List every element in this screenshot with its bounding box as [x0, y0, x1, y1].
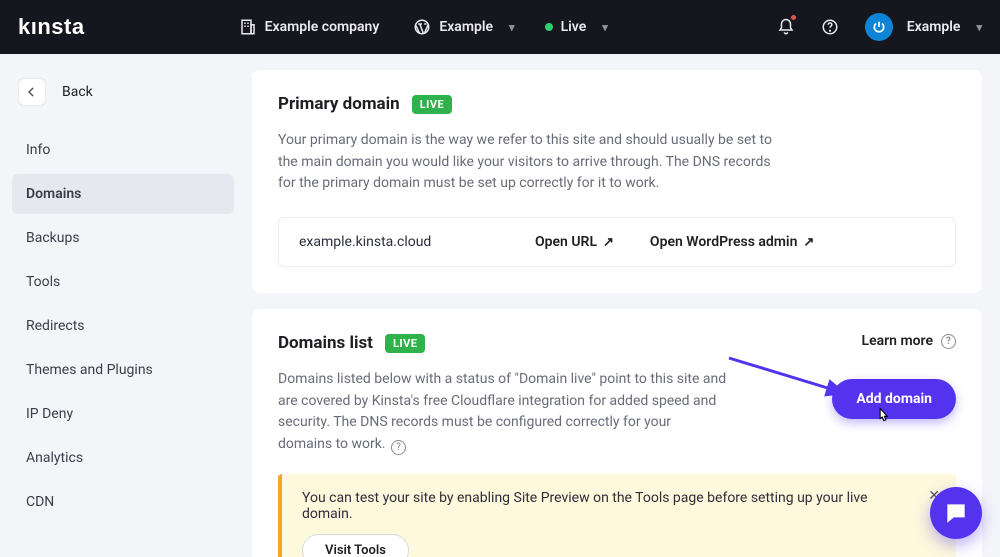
notifications-button[interactable]: [771, 12, 801, 42]
link-label: Open URL: [535, 234, 597, 250]
chevron-down-icon: ▾: [509, 21, 515, 34]
sidebar-item-label: Backups: [26, 230, 80, 246]
user-name: Example: [907, 19, 961, 35]
site-name: Example: [439, 19, 493, 35]
domains-list-description: Domains listed below with a status of "D…: [278, 369, 728, 456]
learn-more-link[interactable]: Learn more ?: [862, 333, 956, 349]
sidebar-item-label: Redirects: [26, 318, 85, 334]
primary-domain-title: Primary domain: [278, 94, 400, 114]
primary-domain-row: example.kinsta.cloud Open URL ↗ Open Wor…: [278, 217, 956, 267]
sidebar-item-domains[interactable]: Domains: [12, 174, 234, 214]
company-switcher[interactable]: Example company: [239, 18, 380, 36]
environment-label: Live: [561, 19, 587, 35]
link-label: Open WordPress admin: [650, 234, 797, 250]
help-circle-icon: ?: [941, 334, 956, 349]
top-bar: kınsta Example company Example ▾ Live ▾ …: [0, 0, 1000, 54]
add-domain-button[interactable]: Add domain: [832, 379, 956, 419]
external-link-icon: ↗: [603, 235, 614, 250]
site-preview-banner: You can test your site by enabling Site …: [278, 474, 956, 557]
sidebar-item-info[interactable]: Info: [12, 130, 234, 170]
help-circle-icon: ?: [391, 440, 406, 455]
open-url-link[interactable]: Open URL ↗: [535, 234, 614, 250]
sidebar-item-themes-plugins[interactable]: Themes and Plugins: [12, 350, 234, 390]
sidebar-item-label: IP Deny: [26, 406, 73, 422]
sidebar-item-label: Analytics: [26, 450, 83, 466]
open-wp-admin-link[interactable]: Open WordPress admin ↗: [650, 234, 814, 250]
notification-badge: [790, 14, 797, 21]
sidebar-item-label: Themes and Plugins: [26, 362, 153, 378]
arrow-left-icon: [18, 78, 46, 106]
link-label: Learn more: [862, 333, 933, 349]
sidebar-item-cdn[interactable]: CDN: [12, 482, 234, 522]
chevron-down-icon: ▾: [602, 21, 608, 34]
brand-logo: kınsta: [18, 14, 85, 40]
site-switcher[interactable]: Example ▾: [413, 18, 514, 36]
sidebar-item-label: Info: [26, 142, 50, 158]
sidebar-item-label: CDN: [26, 494, 54, 510]
back-label: Back: [62, 84, 93, 100]
domains-list-title: Domains list: [278, 333, 373, 353]
wordpress-icon: [413, 18, 431, 36]
domains-list-card: Domains list LIVE Learn more ? Domains l…: [252, 309, 982, 557]
button-label: Visit Tools: [325, 543, 386, 557]
help-icon: [821, 18, 839, 36]
chat-widget-button[interactable]: [930, 487, 982, 539]
help-button[interactable]: [815, 12, 845, 42]
building-icon: [239, 18, 257, 36]
sidebar-item-ip-deny[interactable]: IP Deny: [12, 394, 234, 434]
primary-domain-value: example.kinsta.cloud: [299, 234, 499, 250]
primary-domain-card: Primary domain LIVE Your primary domain …: [252, 70, 982, 293]
visit-tools-button[interactable]: Visit Tools: [302, 534, 409, 557]
live-badge: LIVE: [385, 334, 426, 353]
primary-domain-description: Your primary domain is the way we refer …: [278, 130, 778, 195]
sidebar-item-redirects[interactable]: Redirects: [12, 306, 234, 346]
sidebar-item-tools[interactable]: Tools: [12, 262, 234, 302]
main-content: Primary domain LIVE Your primary domain …: [246, 54, 1000, 557]
environment-switcher[interactable]: Live ▾: [545, 19, 608, 35]
sidebar-item-analytics[interactable]: Analytics: [12, 438, 234, 478]
sidebar-item-backups[interactable]: Backups: [12, 218, 234, 258]
chat-icon: [943, 500, 969, 526]
banner-text: You can test your site by enabling Site …: [302, 490, 910, 522]
sidebar: Back Info Domains Backups Tools Redirect…: [0, 54, 246, 557]
button-label: Add domain: [856, 391, 932, 407]
external-link-icon: ↗: [803, 235, 814, 250]
description-text: Domains listed below with a status of "D…: [278, 371, 726, 452]
sidebar-item-label: Tools: [26, 274, 60, 290]
back-link[interactable]: Back: [12, 68, 234, 130]
status-dot-icon: [545, 23, 553, 31]
user-menu[interactable]: Example ▾: [865, 13, 982, 41]
company-name: Example company: [265, 19, 380, 35]
live-badge: LIVE: [412, 95, 453, 114]
sidebar-item-label: Domains: [26, 186, 81, 202]
chevron-down-icon: ▾: [976, 21, 982, 34]
power-icon: [865, 13, 893, 41]
